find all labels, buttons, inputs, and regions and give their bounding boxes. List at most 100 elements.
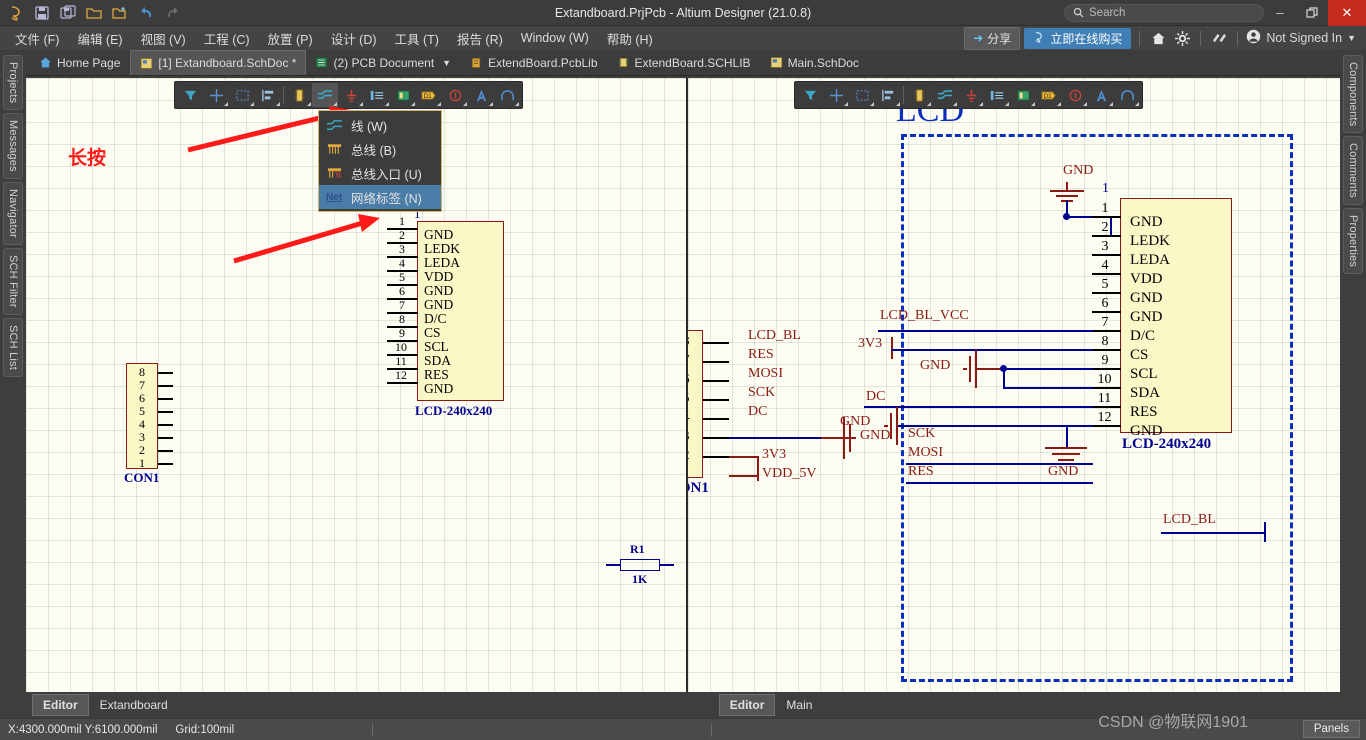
sidebar-item-projects[interactable]: Projects bbox=[3, 55, 23, 111]
place-text-icon[interactable] bbox=[468, 83, 494, 107]
menu-design[interactable]: 设计 (D) bbox=[322, 26, 386, 51]
net-label[interactable]: MOSI bbox=[748, 366, 783, 382]
close-button[interactable]: ✕ bbox=[1328, 0, 1366, 26]
menu-help[interactable]: 帮助 (H) bbox=[598, 26, 662, 51]
altium-logo-icon[interactable] bbox=[4, 2, 28, 24]
tab-home-page[interactable]: Home Page bbox=[30, 50, 130, 75]
place-designator-icon[interactable]: D1 bbox=[1036, 83, 1062, 107]
place-part-icon[interactable] bbox=[906, 83, 932, 107]
filter-icon[interactable] bbox=[177, 83, 203, 107]
place-text-icon[interactable] bbox=[1088, 83, 1114, 107]
menu-project[interactable]: 工程 (C) bbox=[195, 26, 259, 51]
sidebar-item-navigator[interactable]: Navigator bbox=[3, 182, 23, 245]
place-sheet-symbol-icon[interactable] bbox=[390, 83, 416, 107]
filter-icon[interactable] bbox=[797, 83, 823, 107]
net-label[interactable]: GND bbox=[860, 428, 890, 444]
crosshair-icon[interactable] bbox=[203, 83, 229, 107]
share-button[interactable]: ➜ 分享 bbox=[964, 26, 1021, 50]
net-label[interactable]: 3V3 bbox=[858, 336, 882, 352]
tab-extendboard-pcblib[interactable]: ExtendBoard.PcbLib bbox=[461, 50, 607, 75]
menu-file[interactable]: 文件 (F) bbox=[6, 26, 68, 51]
crosshair-icon[interactable] bbox=[823, 83, 849, 107]
net-label[interactable]: VDD_5V bbox=[762, 466, 816, 482]
sidebar-item-properties[interactable]: Properties bbox=[1343, 208, 1363, 275]
net-label[interactable]: DC bbox=[748, 404, 767, 420]
place-wire-icon[interactable] bbox=[932, 83, 958, 107]
schematic-editor-left[interactable]: D1 线 (W) 总线 (B) 总线入口 (U) Net 网络标签 (N) 长按… bbox=[26, 78, 688, 692]
net-label[interactable]: RES bbox=[748, 347, 774, 363]
save-all-icon[interactable] bbox=[56, 2, 80, 24]
net-label[interactable]: GND bbox=[1048, 464, 1078, 480]
btab-main[interactable]: Main bbox=[775, 694, 823, 716]
sidebar-item-messages[interactable]: Messages bbox=[3, 113, 23, 180]
open-project-icon[interactable] bbox=[108, 2, 132, 24]
align-icon[interactable] bbox=[255, 83, 281, 107]
place-part-icon[interactable] bbox=[286, 83, 312, 107]
tab-extendboard-schlib[interactable]: ExtendBoard.SCHLIB bbox=[608, 50, 761, 75]
extensions-icon[interactable] bbox=[1209, 28, 1229, 48]
pin-number: 8 bbox=[688, 334, 703, 350]
menu-item-bus-entry[interactable]: 总线入口 (U) bbox=[319, 161, 441, 185]
place-sheet-symbol-icon[interactable] bbox=[1010, 83, 1036, 107]
undo-icon[interactable] bbox=[134, 2, 158, 24]
net-label[interactable]: GND bbox=[1063, 163, 1093, 179]
place-port-icon[interactable] bbox=[984, 83, 1010, 107]
place-gnd-icon[interactable] bbox=[338, 83, 364, 107]
place-no-erc-icon[interactable] bbox=[1062, 83, 1088, 107]
account-button[interactable]: Not Signed In ▼ bbox=[1246, 29, 1360, 47]
place-arc-icon[interactable] bbox=[1114, 83, 1140, 107]
select-area-icon[interactable] bbox=[229, 83, 255, 107]
align-icon[interactable] bbox=[875, 83, 901, 107]
tab-main-schdoc[interactable]: Main.SchDoc bbox=[761, 50, 869, 75]
open-icon[interactable] bbox=[82, 2, 106, 24]
btab-extandboard[interactable]: Extandboard bbox=[89, 694, 179, 716]
sidebar-item-sch-list[interactable]: SCH List bbox=[3, 317, 23, 377]
pin-number: 5 bbox=[1101, 277, 1109, 292]
place-gnd-icon[interactable] bbox=[958, 83, 984, 107]
net-label[interactable]: SCK bbox=[748, 385, 775, 401]
place-arc-icon[interactable] bbox=[494, 83, 520, 107]
place-designator-icon[interactable]: D1 bbox=[416, 83, 442, 107]
net-label[interactable]: DC bbox=[866, 389, 885, 405]
minimize-button[interactable]: – bbox=[1264, 0, 1296, 26]
menu-item-bus[interactable]: 总线 (B) bbox=[319, 137, 441, 161]
net-label[interactable]: GND bbox=[840, 414, 870, 430]
select-area-icon[interactable] bbox=[849, 83, 875, 107]
buy-online-button[interactable]: 立即在线购买 bbox=[1024, 27, 1132, 49]
menu-item-wire[interactable]: 线 (W) bbox=[319, 113, 441, 137]
net-label[interactable]: MOSI bbox=[908, 445, 943, 461]
btab-editor-right[interactable]: Editor bbox=[718, 694, 776, 716]
net-label[interactable]: LCD_BL bbox=[748, 328, 801, 344]
sidebar-item-sch-filter[interactable]: SCH Filter bbox=[3, 247, 23, 315]
menu-tools[interactable]: 工具 (T) bbox=[386, 26, 448, 51]
net-label[interactable]: 3V3 bbox=[762, 447, 786, 463]
net-label[interactable]: LCD_BL bbox=[1163, 512, 1216, 528]
menu-edit[interactable]: 编辑 (E) bbox=[68, 26, 131, 51]
chevron-down-icon[interactable]: ▼ bbox=[442, 58, 451, 68]
menu-item-net-label[interactable]: Net 网络标签 (N) bbox=[319, 185, 441, 209]
net-label[interactable]: GND bbox=[920, 358, 950, 374]
panels-button[interactable]: Panels bbox=[1302, 720, 1360, 738]
net-label[interactable]: SCK bbox=[908, 426, 935, 442]
search-input[interactable]: Search bbox=[1064, 3, 1264, 22]
place-no-erc-icon[interactable] bbox=[442, 83, 468, 107]
net-label[interactable]: LCD_BL_VCC bbox=[880, 308, 969, 324]
schematic-editor-right[interactable]: D1 LCD 8 7 6 5 4 3 2 1 bbox=[688, 78, 1340, 692]
place-port-icon[interactable] bbox=[364, 83, 390, 107]
sidebar-item-components[interactable]: Components bbox=[1343, 55, 1363, 134]
save-icon[interactable] bbox=[30, 2, 54, 24]
menu-view[interactable]: 视图 (V) bbox=[132, 26, 195, 51]
btab-editor-left[interactable]: Editor bbox=[32, 694, 89, 716]
menu-reports[interactable]: 报告 (R) bbox=[448, 26, 512, 51]
menu-place[interactable]: 放置 (P) bbox=[259, 26, 322, 51]
home-icon[interactable] bbox=[1148, 28, 1168, 48]
tab-extandboard-schdoc[interactable]: [1] Extandboard.SchDoc * bbox=[130, 50, 307, 75]
net-label[interactable]: RES bbox=[908, 464, 934, 480]
pin-number: 2 bbox=[688, 448, 703, 464]
sidebar-item-comments[interactable]: Comments bbox=[1343, 136, 1363, 206]
place-wire-icon[interactable] bbox=[312, 83, 338, 107]
gear-icon[interactable] bbox=[1172, 28, 1192, 48]
restore-button[interactable] bbox=[1296, 0, 1328, 26]
menu-window[interactable]: Window (W) bbox=[512, 28, 598, 48]
tab-pcb-document[interactable]: (2) PCB Document ▼ bbox=[306, 50, 461, 75]
